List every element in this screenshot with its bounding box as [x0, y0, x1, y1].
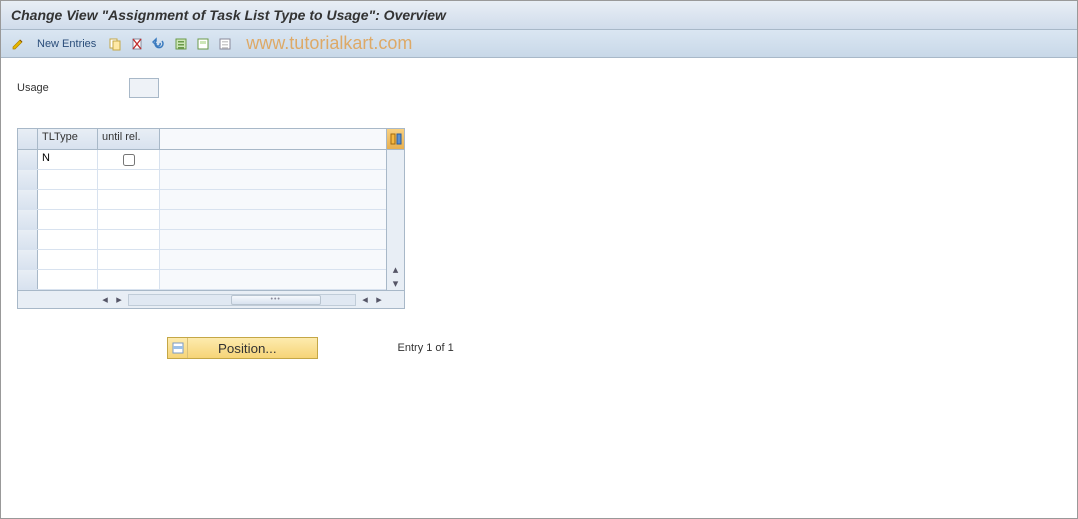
entry-counter: Entry 1 of 1 [398, 342, 454, 354]
cell-tltype[interactable] [38, 230, 98, 249]
table-row [18, 230, 386, 250]
table-row: N [18, 150, 386, 170]
configure-columns-icon[interactable] [386, 129, 404, 149]
grid-container: TLType until rel. N [17, 128, 405, 309]
grid-header: TLType until rel. [18, 129, 404, 150]
cell-filler [160, 190, 386, 209]
column-header-tltype[interactable]: TLType [38, 129, 98, 149]
cell-filler [160, 270, 386, 289]
row-selector[interactable] [18, 150, 38, 169]
row-selector[interactable] [18, 190, 38, 209]
usage-label: Usage [17, 82, 117, 94]
cell-filler [160, 150, 386, 169]
grid-rows: N [18, 150, 386, 290]
undo-icon[interactable] [150, 35, 168, 53]
cell-untilrel[interactable] [98, 150, 160, 169]
copy-icon[interactable] [106, 35, 124, 53]
watermark-text: www.tutorialkart.com [246, 33, 412, 54]
cell-tltype[interactable] [38, 250, 98, 269]
scroll-thumb[interactable]: ••• [231, 295, 321, 305]
new-entries-button[interactable]: New Entries [31, 38, 102, 50]
cell-tltype[interactable] [38, 190, 98, 209]
cell-tltype[interactable] [38, 170, 98, 189]
row-selector[interactable] [18, 270, 38, 289]
scroll-right-icon[interactable]: ◂ [358, 293, 372, 307]
scroll-down-icon[interactable]: ▾ [387, 276, 404, 290]
scroll-first-icon[interactable]: ◂ [98, 293, 112, 307]
until-rel-checkbox[interactable] [123, 154, 135, 166]
horizontal-scrollbar: ◂ ▸ ••• ◂ ▸ [18, 290, 404, 308]
row-selector[interactable] [18, 230, 38, 249]
position-button-label: Position... [188, 341, 317, 356]
row-selector[interactable] [18, 210, 38, 229]
cell-untilrel[interactable] [98, 250, 160, 269]
usage-row: Usage [17, 78, 1061, 98]
cell-untilrel[interactable] [98, 210, 160, 229]
position-button[interactable]: Position... [167, 337, 318, 359]
delete-icon[interactable] [128, 35, 146, 53]
table-row [18, 210, 386, 230]
toggle-edit-icon[interactable] [9, 35, 27, 53]
row-selector[interactable] [18, 170, 38, 189]
grid-body: N [18, 150, 404, 290]
table-row [18, 250, 386, 270]
cell-filler [160, 250, 386, 269]
cell-filler [160, 170, 386, 189]
grid-header-filler [160, 129, 386, 149]
cell-filler [160, 230, 386, 249]
cell-untilrel[interactable] [98, 170, 160, 189]
cell-untilrel[interactable] [98, 190, 160, 209]
row-selector[interactable] [18, 250, 38, 269]
usage-input[interactable] [129, 78, 159, 98]
cell-untilrel[interactable] [98, 230, 160, 249]
cell-untilrel[interactable] [98, 270, 160, 289]
page-title: Change View "Assignment of Task List Typ… [11, 7, 1067, 23]
column-header-untilrel[interactable]: until rel. [98, 129, 160, 149]
title-bar: Change View "Assignment of Task List Typ… [1, 1, 1077, 30]
cell-tltype[interactable] [38, 270, 98, 289]
scroll-last-icon[interactable]: ▸ [372, 293, 386, 307]
grid-header-selector[interactable] [18, 129, 38, 149]
table-row [18, 190, 386, 210]
table-row [18, 170, 386, 190]
footer-row: Position... Entry 1 of 1 [17, 337, 1061, 359]
cell-filler [160, 210, 386, 229]
deselect-all-icon[interactable] [216, 35, 234, 53]
scroll-up-icon[interactable]: ▴ [387, 262, 404, 276]
position-icon [168, 338, 188, 358]
select-all-icon[interactable] [172, 35, 190, 53]
scroll-left-icon[interactable]: ▸ [112, 293, 126, 307]
vertical-scrollbar[interactable]: ▴ ▾ [386, 150, 404, 290]
cell-tltype[interactable]: N [38, 150, 98, 169]
scroll-track[interactable]: ••• [128, 294, 356, 306]
content-area: Usage TLType until rel. N [1, 58, 1077, 379]
table-row [18, 270, 386, 290]
toolbar: New Entries www.tutorialkart.com [1, 30, 1077, 58]
select-block-icon[interactable] [194, 35, 212, 53]
cell-tltype[interactable] [38, 210, 98, 229]
